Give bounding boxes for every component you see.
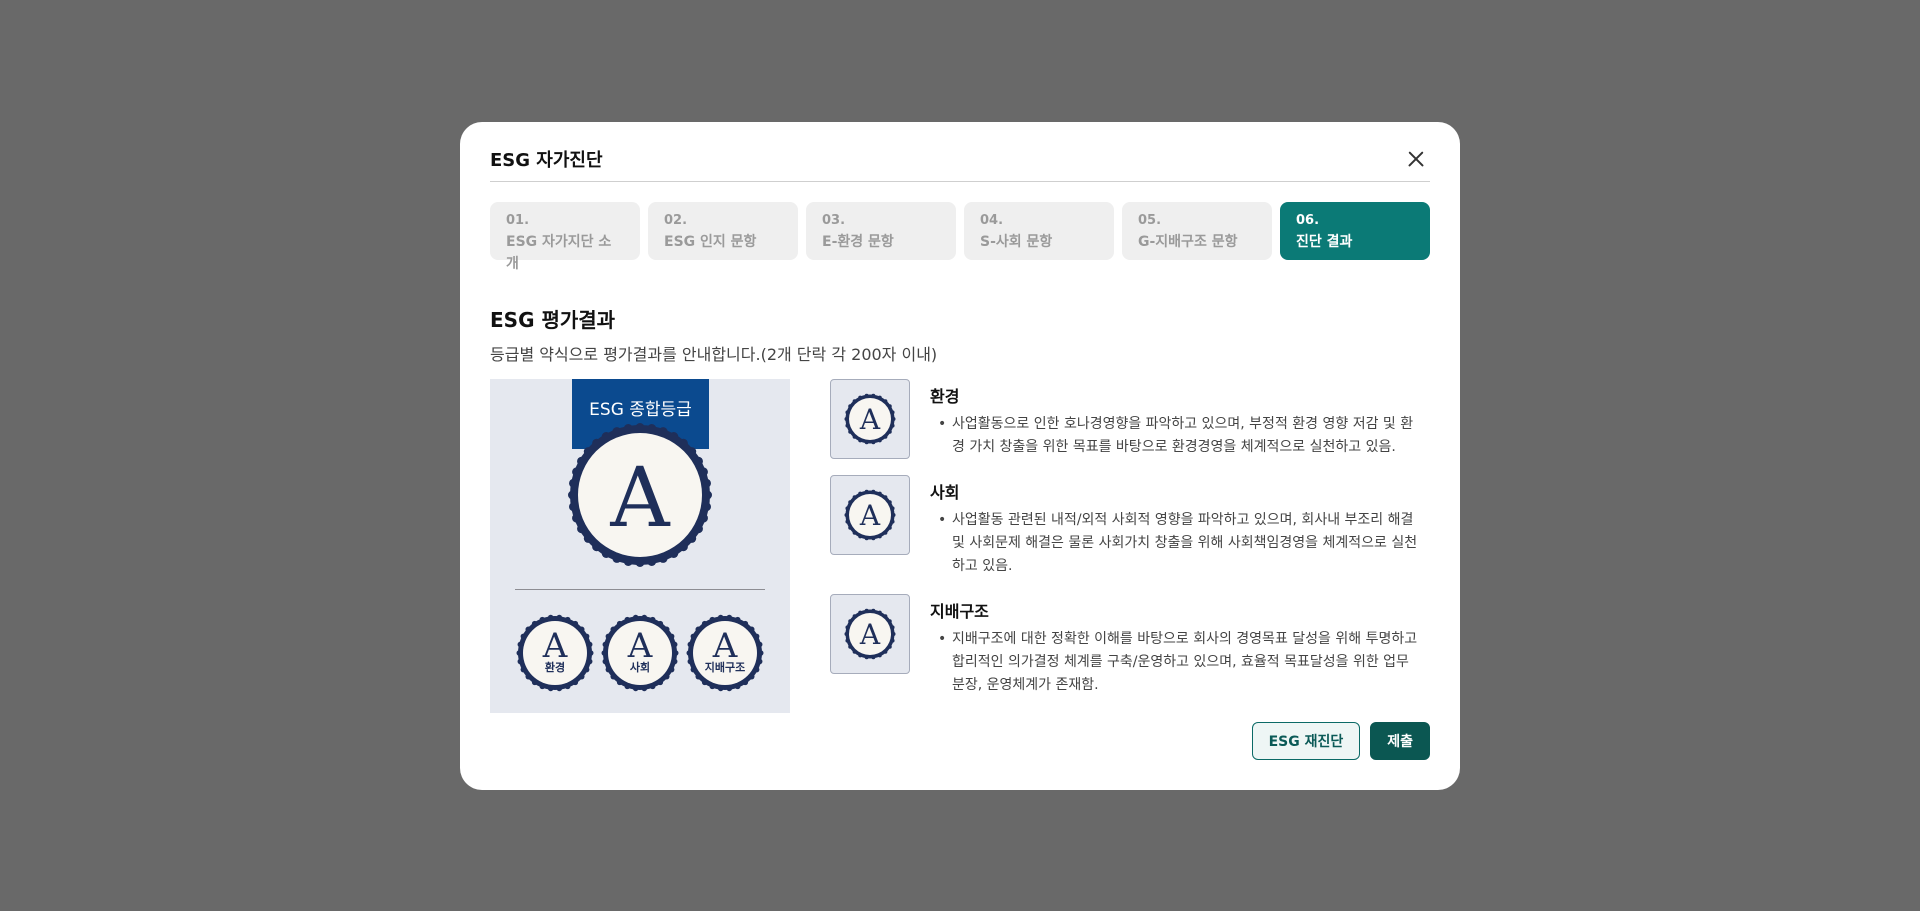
detail-text: 사업활동으로 인한 호나경영향을 파악하고 있으며, 부정적 환경 영향 저감 … xyxy=(952,416,1414,455)
grade-icon: A xyxy=(830,379,910,459)
step-label: ESG 자가지단 소개 xyxy=(506,234,612,272)
step-number: 04. xyxy=(980,213,1004,228)
step-label: G-지배구조 문항 xyxy=(1138,234,1238,250)
sub-grade-badge-social: A 사회 xyxy=(600,613,680,693)
sub-grade-badges: A 환경 A 사회 A 지배구조 xyxy=(515,613,765,693)
bullet: • xyxy=(938,631,947,647)
grade-icon: A xyxy=(830,594,910,674)
step-number: 01. xyxy=(506,213,530,228)
retry-diagnosis-button[interactable]: ESG 재진단 xyxy=(1251,722,1361,760)
grade-letter: A xyxy=(859,499,881,532)
esg-dialog: ESG 자가진단 01. ESG 자가지단 소개 02. ESG 인지 문항 0… xyxy=(460,122,1460,790)
sub-grade-badge-environment: A 환경 xyxy=(515,613,595,693)
sub-grade-label: 사회 xyxy=(629,661,651,674)
close-icon[interactable] xyxy=(1404,147,1428,171)
detail-title: 환경 xyxy=(930,387,960,406)
sub-grade-label: 환경 xyxy=(544,661,566,674)
detail-title: 지배구조 xyxy=(930,602,989,621)
step-label: E-환경 문항 xyxy=(822,234,894,250)
divider xyxy=(515,589,765,590)
overall-grade-badge: A xyxy=(568,423,712,567)
overall-grade-panel: ESG 종합등급 A A 환경 A 사회 A 지배구조 xyxy=(490,379,790,713)
result-description: 등급별 약식으로 평가결과를 안내합니다.(2개 단락 각 200자 이내) xyxy=(490,345,938,364)
step-tab-1[interactable]: 01. ESG 자가지단 소개 xyxy=(490,202,640,272)
step-label: ESG 인지 문항 xyxy=(664,234,757,250)
dialog-header: ESG 자가진단 xyxy=(490,122,1430,182)
dialog-title: ESG 자가진단 xyxy=(490,149,603,171)
step-tab-4[interactable]: 04. S-사회 문항 xyxy=(964,202,1114,260)
grade-details: A 환경 • 사업활동으로 인한 호나경영향을 파악하고 있으며, 부정적 환경… xyxy=(830,379,1430,713)
step-tab-5[interactable]: 05. G-지배구조 문항 xyxy=(1122,202,1272,260)
submit-button[interactable]: 제출 xyxy=(1370,722,1430,760)
grade-icon: A xyxy=(830,475,910,555)
sub-grade-badge-governance: A 지배구조 xyxy=(685,613,765,693)
grade-letter: A xyxy=(859,618,881,651)
dialog-footer: ESG 재진단 제출 xyxy=(1251,722,1430,760)
step-number: 05. xyxy=(1138,213,1162,228)
step-tab-2[interactable]: 02. ESG 인지 문항 xyxy=(648,202,798,260)
step-tab-3[interactable]: 03. E-환경 문항 xyxy=(806,202,956,260)
step-tab-6[interactable]: 06. 진단 결과 xyxy=(1280,202,1430,260)
bullet: • xyxy=(938,416,947,432)
detail-item-environment: A 환경 • 사업활동으로 인한 호나경영향을 파악하고 있으며, 부정적 환경… xyxy=(830,379,1430,459)
grade-letter: A xyxy=(859,403,881,436)
detail-item-social: A 사회 • 사업활동 관련된 내적/외적 사회적 영향을 파악하고 있으며, … xyxy=(830,475,1430,578)
result-content: ESG 종합등급 A A 환경 A 사회 A 지배구조 A 환경 • 사업활동으… xyxy=(490,379,1430,713)
bullet: • xyxy=(938,512,947,528)
step-number: 02. xyxy=(664,213,688,228)
step-tabs: 01. ESG 자가지단 소개 02. ESG 인지 문항 03. E-환경 문… xyxy=(490,202,1430,272)
banner-label: ESG 종합등급 xyxy=(589,400,692,420)
step-label: 진단 결과 xyxy=(1296,234,1353,250)
result-title: ESG 평가결과 xyxy=(490,308,616,332)
step-number: 06. xyxy=(1296,213,1320,228)
detail-title: 사회 xyxy=(930,483,960,502)
step-label: S-사회 문항 xyxy=(980,234,1053,250)
step-number: 03. xyxy=(822,213,846,228)
detail-item-governance: A 지배구조 • 지배구조에 대한 정확한 이해를 바탕으로 회사의 경영목표 … xyxy=(830,594,1430,697)
detail-text: 사업활동 관련된 내적/외적 사회적 영향을 파악하고 있으며, 회사내 부조리… xyxy=(952,512,1418,574)
sub-grade-label: 지배구조 xyxy=(704,661,746,674)
detail-text: 지배구조에 대한 정확한 이해를 바탕으로 회사의 경영목표 달성을 위해 투명… xyxy=(952,631,1418,693)
overall-grade-letter: A xyxy=(609,451,671,546)
